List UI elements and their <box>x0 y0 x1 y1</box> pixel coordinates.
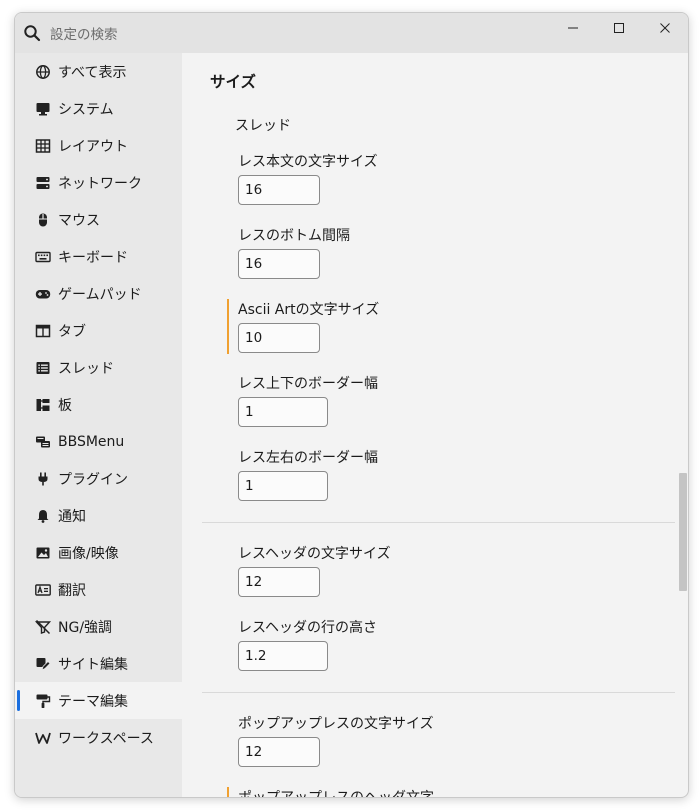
active-indicator <box>17 690 20 711</box>
sidebar-item-label: レイアウト <box>58 138 128 155</box>
sidebar-item-label: テーマ編集 <box>58 693 128 710</box>
search-input[interactable]: 設定の検索 <box>50 23 118 43</box>
sidebar-item-label: BBSMenu <box>58 433 125 450</box>
sidebar-item-all[interactable]: すべて表示 <box>15 53 182 90</box>
divider <box>202 692 675 693</box>
bell-icon <box>35 508 51 524</box>
maximize-icon <box>614 23 624 33</box>
sidebar-item-label: ワークスペース <box>58 730 154 747</box>
field-label: レス左右のボーダー幅 <box>238 450 378 466</box>
keyboard-icon <box>35 249 51 265</box>
sidebar-item-theme-edit[interactable]: テーマ編集 <box>15 682 182 719</box>
sidebar-item-system[interactable]: システム <box>15 90 182 127</box>
ascii-art-font-size-input[interactable] <box>238 323 320 353</box>
field-label: レス上下のボーダー幅 <box>238 376 378 392</box>
section-title: サイズ <box>210 73 257 91</box>
divider <box>202 522 675 523</box>
modified-marker <box>227 299 229 354</box>
maximize-button[interactable] <box>596 13 642 43</box>
res-body-font-size-input[interactable] <box>238 175 320 205</box>
minimize-icon <box>568 27 578 29</box>
board-tree-icon <box>35 397 51 413</box>
scrollbar-thumb[interactable] <box>679 473 687 591</box>
modified-marker <box>227 787 229 797</box>
globe-icon <box>35 64 51 80</box>
sidebar-item-notification[interactable]: 通知 <box>15 497 182 534</box>
settings-window: 設定の検索 すべて表示 システム レイアウト ネットワーク マウス キーボード … <box>14 12 689 798</box>
gamepad-icon <box>35 286 51 302</box>
res-bottom-spacing-input[interactable] <box>238 249 320 279</box>
sidebar-item-workspace[interactable]: ワークスペース <box>15 719 182 756</box>
sidebar-item-label: サイト編集 <box>58 656 128 673</box>
sidebar-item-board[interactable]: 板 <box>15 386 182 423</box>
close-button[interactable] <box>642 13 688 43</box>
sidebar-item-label: システム <box>58 101 114 118</box>
sidebar-item-mouse[interactable]: マウス <box>15 201 182 238</box>
field-label: レス本文の文字サイズ <box>238 154 378 170</box>
monitor-icon <box>35 101 51 117</box>
sidebar-item-label: スレッド <box>58 360 114 377</box>
title-bar: 設定の検索 <box>15 13 688 53</box>
sidebar-item-label: ゲームパッド <box>58 286 142 303</box>
group-label: スレッド <box>235 118 291 134</box>
field-label: ポップアップレスの文字サイズ <box>238 716 434 732</box>
close-icon <box>660 23 670 33</box>
sidebar-item-image-video[interactable]: 画像/映像 <box>15 534 182 571</box>
sidebar-item-layout[interactable]: レイアウト <box>15 127 182 164</box>
sidebar-item-label: NG/強調 <box>58 619 113 636</box>
field-label: レスのボトム間隔 <box>238 228 350 244</box>
paint-roller-icon <box>35 693 51 709</box>
sidebar-item-label: 通知 <box>58 508 86 525</box>
sidebar-item-label: プラグイン <box>58 471 128 488</box>
translate-icon <box>35 582 51 598</box>
sidebar-item-translate[interactable]: 翻訳 <box>15 571 182 608</box>
sidebar-item-site-edit[interactable]: サイト編集 <box>15 645 182 682</box>
sidebar-item-bbsmenu[interactable]: BBSMenu <box>15 423 182 460</box>
sidebar-item-label: すべて表示 <box>58 64 127 81</box>
res-vertical-border-width-input[interactable] <box>238 397 328 427</box>
site-edit-icon <box>35 656 51 672</box>
plug-icon <box>35 471 51 487</box>
sidebar-item-plugin[interactable]: プラグイン <box>15 460 182 497</box>
ng-filter-icon <box>35 619 51 635</box>
sidebar-item-ng-highlight[interactable]: NG/強調 <box>15 608 182 645</box>
sidebar-item-label: タブ <box>58 323 86 340</box>
sidebar-item-thread[interactable]: スレッド <box>15 349 182 386</box>
tab-icon <box>35 323 51 339</box>
sidebar-item-label: マウス <box>58 212 100 229</box>
sidebar-item-label: 画像/映像 <box>58 545 119 562</box>
settings-sidebar: すべて表示 システム レイアウト ネットワーク マウス キーボード ゲームパッド <box>15 53 182 797</box>
sidebar-item-label: キーボード <box>58 249 128 266</box>
sidebar-item-network[interactable]: ネットワーク <box>15 164 182 201</box>
grid-icon <box>35 138 51 154</box>
sidebar-item-gamepad[interactable]: ゲームパッド <box>15 275 182 312</box>
list-icon <box>35 360 51 376</box>
image-icon <box>35 545 51 561</box>
field-label: レスヘッダの行の高さ <box>238 620 378 636</box>
sidebar-item-label: 翻訳 <box>58 582 86 599</box>
res-header-font-size-input[interactable] <box>238 567 320 597</box>
field-label: レスヘッダの文字サイズ <box>238 546 391 562</box>
sidebar-item-label: 板 <box>58 397 72 414</box>
workspace-w-icon <box>35 730 51 746</box>
search-icon <box>24 25 41 42</box>
res-horizontal-border-width-input[interactable] <box>238 471 328 501</box>
mouse-icon <box>35 212 51 228</box>
field-label: ポップアップレスのヘッダ文字 <box>238 787 434 797</box>
server-icon <box>35 175 51 191</box>
field-label: Ascii Artの文字サイズ <box>238 302 380 318</box>
minimize-button[interactable] <box>550 13 596 43</box>
popup-res-font-size-input[interactable] <box>238 737 320 767</box>
settings-content: サイズ スレッド レス本文の文字サイズ レスのボトム間隔 Ascii Artの文… <box>182 53 688 797</box>
sidebar-item-label: ネットワーク <box>58 175 142 192</box>
sidebar-item-tab[interactable]: タブ <box>15 312 182 349</box>
bbsmenu-icon <box>35 434 51 450</box>
sidebar-item-keyboard[interactable]: キーボード <box>15 238 182 275</box>
res-header-line-height-input[interactable] <box>238 641 328 671</box>
